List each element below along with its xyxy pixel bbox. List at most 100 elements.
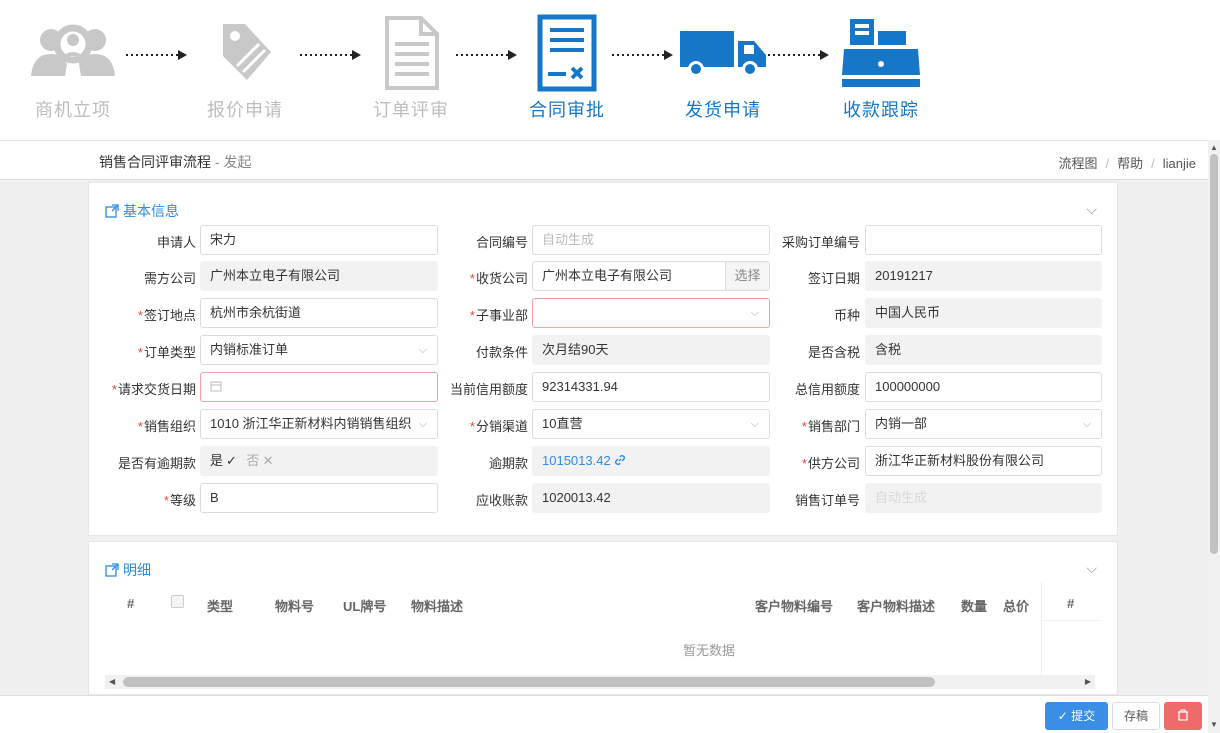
col-quantity[interactable]: 数量	[961, 596, 987, 615]
chevron-down-icon: ⌵	[1082, 418, 1091, 430]
applicant-input[interactable]: 宋力	[200, 225, 438, 255]
scroll-up-icon[interactable]: ▲	[1208, 142, 1220, 154]
external-link-icon	[105, 563, 119, 577]
submit-button[interactable]: ✓ 提交	[1045, 702, 1108, 730]
so-no-input: 自动生成	[865, 483, 1102, 513]
scroll-left-icon[interactable]: ◀	[109, 675, 115, 689]
step-label: 收款跟踪	[843, 100, 919, 120]
empty-message: 暂无数据	[683, 643, 736, 658]
vertical-scrollbar[interactable]: ▲ ▼	[1208, 140, 1220, 733]
overdue-flag-toggle: 是 ✓ 否 ✕	[200, 446, 438, 476]
delivery-date-picker[interactable]	[200, 372, 438, 402]
credit-now-input[interactable]: 92314331.94	[532, 372, 770, 402]
step-order-review[interactable]: 订单评审	[356, 14, 466, 122]
col-index: #	[127, 596, 135, 611]
dotted-arrow-icon	[456, 50, 517, 60]
horizontal-scrollbar[interactable]: ◀ ▶	[105, 675, 1095, 689]
sign-place-label: *签订地点	[137, 308, 196, 323]
channel-label: *分销渠道	[469, 419, 528, 434]
scroll-thumb[interactable]	[1210, 154, 1218, 554]
channel-select[interactable]: 10直营 ⌵	[532, 409, 770, 439]
supplier-input[interactable]: 浙江华正新材料股份有限公司	[865, 446, 1102, 476]
delivery-date-label: *请求交货日期	[111, 382, 196, 397]
supplier-label: *供方公司	[801, 456, 860, 471]
detail-title[interactable]: 明细	[105, 560, 151, 580]
overdue-value[interactable]: 1015013.42	[532, 446, 770, 476]
order-type-label: *订单类型	[137, 345, 196, 360]
check-icon: ✓	[226, 453, 237, 468]
col-material-no[interactable]: 物料号	[275, 596, 314, 615]
sales-org-select[interactable]: 1010 浙江华正新材料内销销售组织 ⌵	[200, 409, 438, 439]
step-contract-approval[interactable]: 合同审批	[512, 14, 622, 122]
step-label: 发货申请	[685, 100, 761, 120]
receivable-label: 应收账款	[475, 493, 528, 508]
link-icon[interactable]	[614, 454, 626, 466]
flowchart-link[interactable]: 流程图	[1058, 156, 1097, 171]
chevron-down-icon: ⌵	[418, 344, 427, 356]
workflow-steps: 商机立项 报价申请 订单评审 合同审批 发货申请 收款跟踪	[0, 0, 1220, 140]
scroll-thumb[interactable]	[123, 677, 935, 687]
grade-input[interactable]: B	[200, 483, 438, 513]
contract-no-input[interactable]: 自动生成	[532, 225, 770, 255]
calendar-icon	[210, 381, 222, 392]
col-customer-material-desc[interactable]: 客户物料描述	[857, 596, 935, 615]
chevron-down-icon[interactable]: ⌵	[1086, 201, 1097, 218]
scroll-down-icon[interactable]: ▼	[1208, 719, 1220, 731]
receiver-label: *收货公司	[469, 271, 528, 286]
select-all-checkbox[interactable]	[171, 595, 184, 608]
header-links: 流程图 / 帮助 / lianjie	[1058, 156, 1196, 171]
sales-dept-select[interactable]: 内销一部 ⌵	[865, 409, 1102, 439]
po-no-input[interactable]	[865, 225, 1102, 255]
so-no-label: 销售订单号	[794, 493, 860, 508]
basic-info-title[interactable]: 基本信息	[105, 201, 179, 221]
truck-icon	[668, 14, 778, 92]
col-total-price[interactable]: 总价	[1003, 596, 1029, 615]
credit-now-label: 当前信用额度	[449, 382, 528, 397]
overdue-no: 否	[246, 453, 260, 468]
division-select[interactable]: ⌵	[532, 298, 770, 328]
external-link-icon	[105, 204, 119, 218]
basic-info-panel: 基本信息 ⌵ 申请人 宋力 合同编号 自动生成 采购订单编号 需方公司 广州本立…	[88, 182, 1118, 536]
receivable-input: 1020013.42	[532, 483, 770, 513]
page-subtitle: - 发起	[211, 154, 252, 170]
sign-place-input[interactable]: 杭州市余杭街道	[200, 298, 438, 328]
currency-input: 中国人民币	[865, 298, 1102, 328]
receiver-input[interactable]: 广州本立电子有限公司 选择	[532, 261, 770, 291]
chevron-down-icon: ⌵	[414, 410, 427, 438]
col-customer-material-no[interactable]: 客户物料编号	[755, 596, 833, 615]
people-search-icon	[18, 14, 128, 92]
fixed-column-divider	[1041, 582, 1042, 688]
credit-total-input[interactable]: 100000000	[865, 372, 1102, 402]
scroll-right-icon[interactable]: ▶	[1085, 675, 1091, 689]
step-opportunity[interactable]: 商机立项	[18, 14, 128, 122]
check-icon: ✓	[1057, 709, 1072, 723]
chevron-down-icon[interactable]: ⌵	[1086, 560, 1097, 577]
overdue-yes: 是	[210, 453, 224, 468]
col-type[interactable]: 类型	[207, 596, 233, 615]
sales-dept-label: *销售部门	[801, 419, 860, 434]
document-icon	[356, 14, 466, 92]
step-shipping-request[interactable]: 发货申请	[668, 14, 778, 122]
user-link[interactable]: lianjie	[1163, 156, 1196, 171]
col-actions-index: #	[1067, 596, 1075, 611]
po-no-label: 采购订单编号	[781, 235, 860, 250]
sign-date-label: 签订日期	[807, 271, 860, 286]
col-ul-grade[interactable]: UL牌号	[343, 596, 386, 615]
step-payment-tracking[interactable]: 收款跟踪	[826, 14, 936, 122]
cross-icon: ✕	[262, 453, 274, 468]
overdue-flag-label: 是否有逾期款	[117, 456, 196, 471]
col-material-desc[interactable]: 物料描述	[411, 596, 463, 615]
buyer-input: 广州本立电子有限公司	[200, 261, 438, 291]
help-link[interactable]: 帮助	[1117, 156, 1143, 171]
step-quotation[interactable]: 报价申请	[190, 14, 300, 122]
step-label: 订单评审	[373, 100, 449, 120]
save-draft-button[interactable]: 存稿	[1112, 702, 1160, 730]
contract-icon	[512, 14, 622, 92]
delete-button[interactable]	[1164, 702, 1202, 730]
tax-label: 是否含税	[807, 345, 860, 360]
division-label: *子事业部	[469, 308, 528, 323]
credit-total-label: 总信用额度	[794, 382, 860, 397]
order-type-select[interactable]: 内销标准订单 ⌵	[200, 335, 438, 365]
step-label: 商机立项	[35, 100, 111, 120]
page-title: 销售合同评审流程 - 发起	[99, 154, 252, 170]
